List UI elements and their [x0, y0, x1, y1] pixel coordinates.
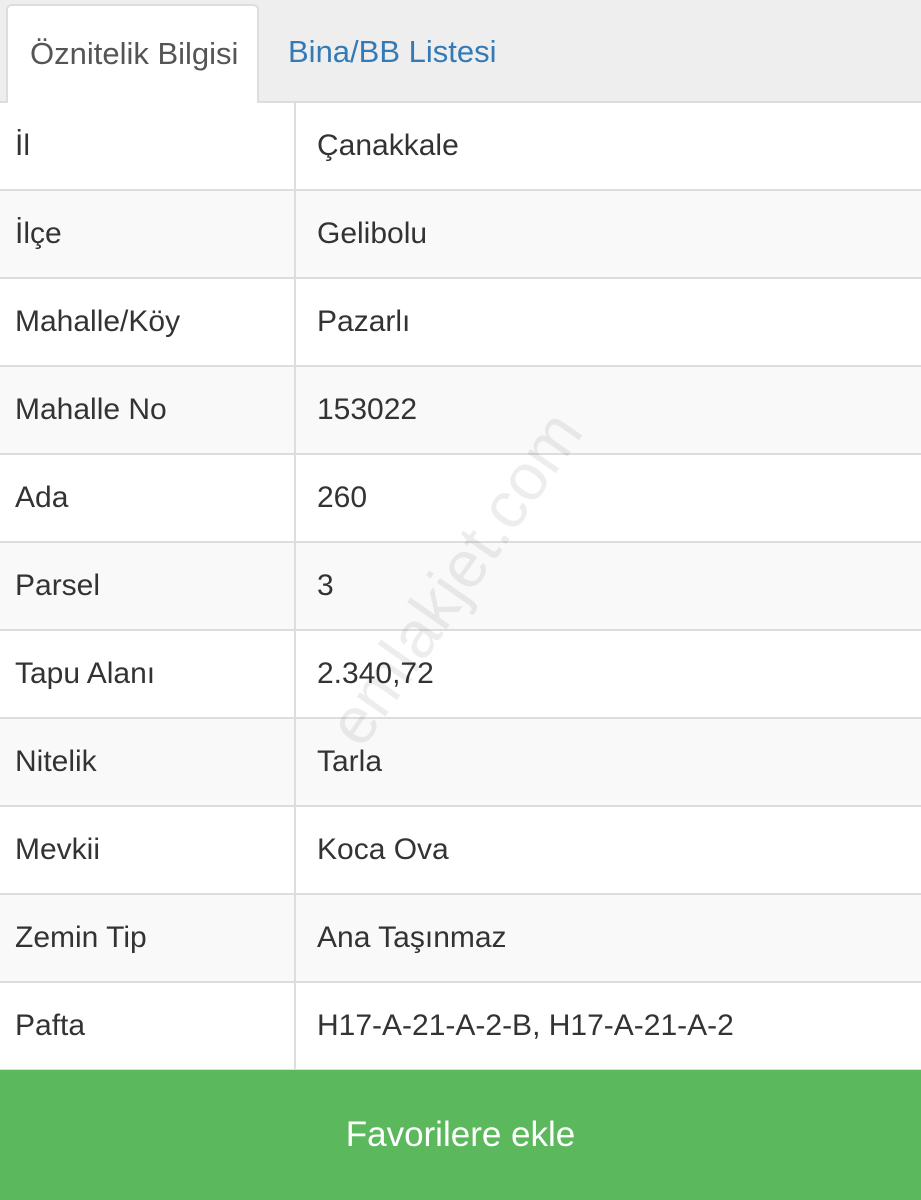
row-key: Mahalle No: [0, 367, 296, 453]
table-row: Mahalle/Köy Pazarlı: [0, 279, 921, 367]
table-row: Tapu Alanı 2.340,72: [0, 631, 921, 719]
add-to-favorites-button[interactable]: Favorilere ekle: [0, 1070, 921, 1200]
row-key: Mevkii: [0, 807, 296, 893]
row-value: 153022: [317, 393, 418, 426]
table-row: Mevkii Koca Ova: [0, 807, 921, 895]
row-value: 260: [317, 481, 368, 514]
row-value: Çanakkale: [317, 129, 459, 162]
row-value: H17-A-21-A-2-B, H17-A-21-A-2: [317, 1009, 734, 1042]
tab-oznitelik-bilgisi[interactable]: Öznitelik Bilgisi: [6, 4, 259, 105]
row-value: Gelibolu: [317, 217, 428, 250]
row-value: Pazarlı: [317, 305, 411, 338]
row-key: İlçe: [0, 191, 296, 277]
row-value: 2.340,72: [317, 657, 434, 690]
tab-bina-bb-listesi[interactable]: Bina/BB Listesi: [266, 4, 519, 103]
row-key: Nitelik: [0, 719, 296, 805]
table-row: Nitelik Tarla: [0, 719, 921, 807]
row-value: Tarla: [317, 745, 383, 778]
table-row: Mahalle No 153022: [0, 367, 921, 455]
row-value: 3: [317, 569, 334, 602]
table-row: Ada 260: [0, 455, 921, 543]
row-key: Pafta: [0, 983, 296, 1069]
row-key: İl: [0, 103, 296, 189]
row-key: Parsel: [0, 543, 296, 629]
row-key: Zemin Tip: [0, 895, 296, 981]
parcel-info-page: Öznitelik Bilgisi Bina/BB Listesi İl Çan…: [0, 0, 921, 1200]
table-row: İlçe Gelibolu: [0, 191, 921, 279]
row-key: Ada: [0, 455, 296, 541]
row-value: Ana Taşınmaz: [317, 921, 507, 954]
row-value: Koca Ova: [317, 833, 449, 866]
table-row: Pafta H17-A-21-A-2-B, H17-A-21-A-2: [0, 983, 921, 1071]
row-key: Mahalle/Köy: [0, 279, 296, 365]
table-row: İl Çanakkale: [0, 103, 921, 191]
row-key: Tapu Alanı: [0, 631, 296, 717]
tab-bar: Öznitelik Bilgisi Bina/BB Listesi: [0, 0, 921, 105]
attribute-table: İl Çanakkale İlçe Gelibolu Mahalle/Köy P…: [0, 103, 921, 1071]
table-row: Zemin Tip Ana Taşınmaz: [0, 895, 921, 983]
table-row: Parsel 3: [0, 543, 921, 631]
